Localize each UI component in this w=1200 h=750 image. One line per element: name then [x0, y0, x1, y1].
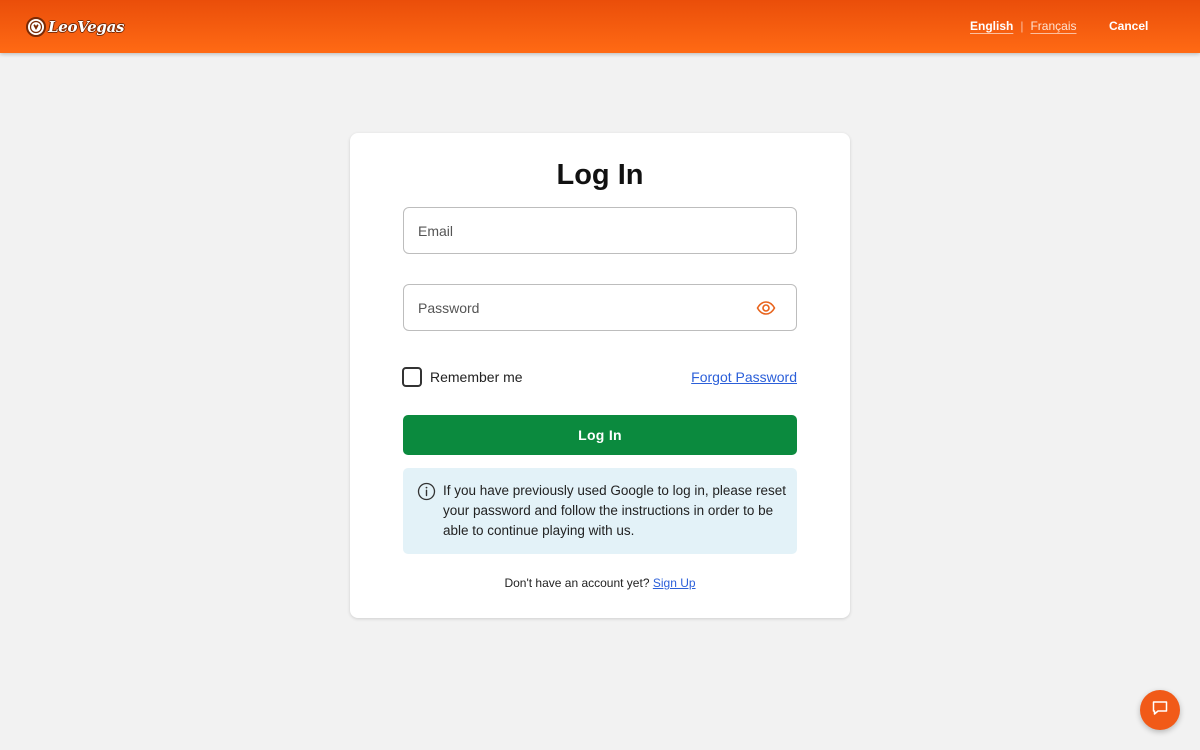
email-field-container — [403, 207, 797, 254]
signup-prompt: Don't have an account yet? — [504, 576, 650, 590]
password-field[interactable] — [404, 285, 796, 330]
lion-logo-icon — [26, 17, 46, 37]
cancel-button[interactable]: Cancel — [1109, 19, 1148, 33]
signup-link[interactable]: Sign Up — [653, 576, 696, 590]
password-field-container — [403, 284, 797, 331]
language-switcher: English | Français — [970, 19, 1076, 33]
info-message: If you have previously used Google to lo… — [443, 483, 786, 538]
page-title: Log In — [556, 159, 644, 191]
brand-name: LeoVegas — [48, 18, 125, 36]
email-field[interactable] — [404, 208, 796, 253]
language-french[interactable]: Français — [1030, 19, 1076, 33]
remember-me-checkbox[interactable] — [402, 367, 422, 387]
brand-logo[interactable]: LeoVegas — [26, 16, 124, 38]
eye-icon[interactable] — [756, 299, 776, 317]
top-header: LeoVegas English | Français Cancel — [0, 0, 1200, 53]
language-english[interactable]: English — [970, 19, 1013, 33]
login-button[interactable]: Log In — [403, 415, 797, 455]
remember-me-label: Remember me — [430, 369, 523, 385]
login-card: Log In Remember me Forgot Password Log I… — [350, 133, 850, 618]
language-separator: | — [1020, 19, 1024, 33]
remember-me-option[interactable]: Remember me — [402, 367, 523, 387]
info-circle-icon — [417, 482, 436, 501]
forgot-password-link[interactable]: Forgot Password — [691, 369, 797, 385]
info-notice: If you have previously used Google to lo… — [403, 468, 797, 554]
chat-button[interactable] — [1140, 690, 1180, 730]
chat-bubble-icon — [1151, 699, 1169, 722]
signup-row: Don't have an account yet? Sign Up — [350, 576, 850, 590]
